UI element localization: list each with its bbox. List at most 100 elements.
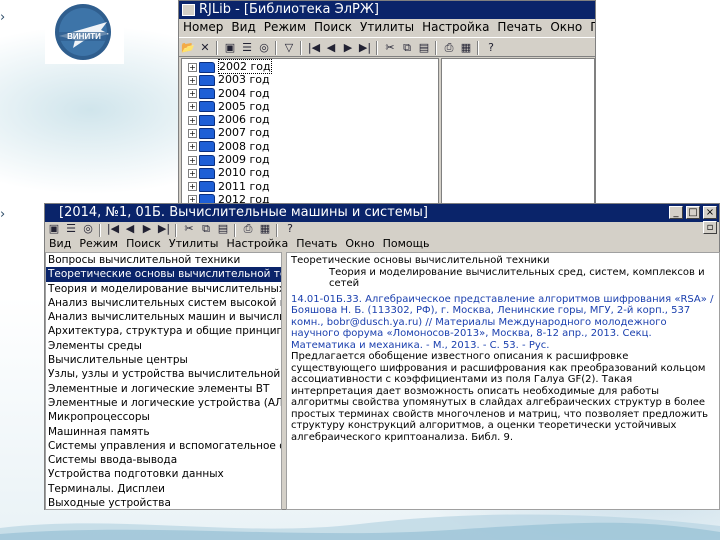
rubric-list-item[interactable]: Системы ввода-вывода (46, 453, 281, 467)
detail-pane (441, 58, 595, 204)
preview-icon[interactable]: ▦ (257, 221, 273, 237)
copy-icon[interactable]: ⧉ (399, 40, 415, 56)
menu-front_window-3[interactable]: Утилиты (165, 236, 223, 250)
menu-front_window-1[interactable]: Режим (75, 236, 122, 250)
tree-item[interactable]: +2002 год (182, 59, 438, 74)
tree-item[interactable]: +2004 год (182, 87, 438, 100)
library-window: RJLib - [Библиотека ЭлРЖ] Номер Вид Режим П… (178, 0, 596, 205)
close-button[interactable]: × (703, 206, 717, 219)
menu-back_window-3[interactable]: Поиск (310, 19, 356, 35)
menu-back_window-6[interactable]: Печать (493, 19, 546, 35)
binoculars-icon[interactable]: ◎ (256, 40, 272, 56)
tree-item[interactable]: +2008 год (182, 140, 438, 153)
expand-icon[interactable]: + (188, 168, 197, 178)
rubric-list-item[interactable]: Вопросы вычислительной техники (46, 253, 281, 267)
menu-back_window-1[interactable]: Вид (227, 19, 259, 35)
tree-item[interactable]: +2003 год (182, 73, 438, 86)
maximize-button[interactable]: □ (686, 206, 700, 219)
rubric-window-title: [2014, №1, 01Б. Вычислительные машины и … (59, 205, 428, 220)
menu-front_window-7[interactable]: Помощь (379, 236, 434, 250)
rubric-list-item[interactable]: Элементы среды (46, 339, 281, 353)
rubric-list-item[interactable]: Теория и моделирование вычислительных ср… (46, 282, 281, 296)
rubric-list-item[interactable]: Элементные и логические элементы ВТ (46, 382, 281, 396)
library-window-titlebar[interactable]: RJLib - [Библиотека ЭлРЖ] (179, 1, 595, 19)
print-icon[interactable]: ⎙ (441, 40, 457, 56)
rubric-list-item[interactable]: Машинная память (46, 425, 281, 439)
cut-icon[interactable]: ✂ (181, 221, 197, 237)
expand-icon[interactable]: + (188, 89, 197, 99)
help-icon[interactable]: ? (282, 221, 298, 237)
preview-icon[interactable]: ▦ (458, 40, 474, 56)
tree-item-label: 2010 год (218, 166, 270, 180)
save-icon[interactable]: ▣ (46, 221, 62, 237)
cut-icon[interactable]: ✂ (382, 40, 398, 56)
minimize-button[interactable]: _ (669, 206, 683, 219)
slide-nav-arrow-top[interactable]: › (0, 10, 14, 26)
expand-icon[interactable]: + (188, 62, 197, 72)
menu-front_window-6[interactable]: Окно (341, 236, 378, 250)
tree-item[interactable]: +2010 год (182, 166, 438, 179)
open-icon[interactable]: 📂 (180, 40, 196, 56)
delete-icon[interactable]: ✕ (197, 40, 213, 56)
expand-icon[interactable]: + (188, 142, 197, 152)
next-icon[interactable]: ▶ (340, 40, 356, 56)
expand-icon[interactable]: + (188, 182, 197, 192)
rubric-list-item[interactable]: Узлы, узлы и устройства вычислительной т… (46, 367, 281, 381)
rubric-list-item[interactable]: Микропроцессоры (46, 410, 281, 424)
menu-back_window-0[interactable]: Номер (179, 19, 227, 35)
rubric-list-item[interactable]: Терминалы. Дисплеи (46, 482, 281, 496)
menu-front_window-2[interactable]: Поиск (122, 236, 165, 250)
menu-front_window-0[interactable]: Вид (45, 236, 75, 250)
menu-back_window-4[interactable]: Утилиты (356, 19, 418, 35)
menu-back_window-8[interactable]: Помощь (586, 19, 595, 35)
prev-icon[interactable]: ◀ (122, 221, 138, 237)
menu-back_window-7[interactable]: Окно (546, 19, 586, 35)
next-icon[interactable]: ▶ (139, 221, 155, 237)
expand-icon[interactable]: + (188, 155, 197, 165)
rubric-list-item[interactable]: Системы управления и вспомогательное обо… (46, 439, 281, 453)
logo-text: ВИНИТИ (67, 32, 101, 41)
paste-icon[interactable]: ▤ (215, 221, 231, 237)
expand-icon[interactable]: + (188, 75, 197, 85)
rubric-window-titlebar[interactable]: [2014, №1, 01Б. Вычислительные машины и … (45, 204, 719, 222)
restore-button[interactable]: ▫ (703, 221, 717, 234)
toolbar-separator (435, 41, 437, 55)
app-icon (182, 4, 195, 16)
rubric-list-item[interactable]: Выходные устройства (46, 496, 281, 509)
rubric-list-item[interactable]: Анализ вычислительных систем высокой про… (46, 296, 281, 310)
rubric-list-item[interactable]: Элементные и логические устройства (АЛУ) (46, 396, 281, 410)
abstract-reference[interactable]: 14.01-01Б.33. Алгебраическое представлен… (291, 294, 715, 352)
copy-icon[interactable]: ⧉ (198, 221, 214, 237)
last-icon[interactable]: ▶| (156, 221, 172, 237)
expand-icon[interactable]: + (188, 115, 197, 125)
tree-item[interactable]: +2011 год (182, 180, 438, 193)
list-icon[interactable]: ☰ (63, 221, 79, 237)
binoculars-icon[interactable]: ◎ (80, 221, 96, 237)
menu-front_window-5[interactable]: Печать (292, 236, 341, 250)
help-icon[interactable]: ? (483, 40, 499, 56)
first-icon[interactable]: |◀ (306, 40, 322, 56)
rubric-list-item[interactable]: Устройства подготовки данных (46, 467, 281, 481)
expand-icon[interactable]: + (188, 102, 197, 112)
rubric-list-item[interactable]: Вычислительные центры (46, 353, 281, 367)
list-icon[interactable]: ☰ (239, 40, 255, 56)
last-icon[interactable]: ▶| (357, 40, 373, 56)
print-icon[interactable]: ⎙ (240, 221, 256, 237)
first-icon[interactable]: |◀ (105, 221, 121, 237)
menu-front_window-4[interactable]: Настройка (222, 236, 292, 250)
rubric-list-item[interactable]: Теоретические основы вычислительной техн… (46, 267, 281, 282)
slide-nav-arrow-bottom[interactable]: › (0, 207, 14, 223)
tree-item[interactable]: +2006 год (182, 113, 438, 126)
tree-item[interactable]: +2009 год (182, 153, 438, 166)
menu-back_window-2[interactable]: Режим (260, 19, 310, 35)
expand-icon[interactable]: + (188, 128, 197, 138)
paste-icon[interactable]: ▤ (416, 40, 432, 56)
tree-item[interactable]: +2005 год (182, 100, 438, 113)
filter-icon[interactable]: ▽ (281, 40, 297, 56)
menu-back_window-5[interactable]: Настройка (418, 19, 493, 35)
rubric-list-item[interactable]: Архитектура, структура и общие принципы … (46, 324, 281, 338)
rubric-list-item[interactable]: Анализ вычислительных машин и вычислител… (46, 310, 281, 324)
prev-icon[interactable]: ◀ (323, 40, 339, 56)
tree-item[interactable]: +2007 год (182, 126, 438, 139)
save-icon[interactable]: ▣ (222, 40, 238, 56)
